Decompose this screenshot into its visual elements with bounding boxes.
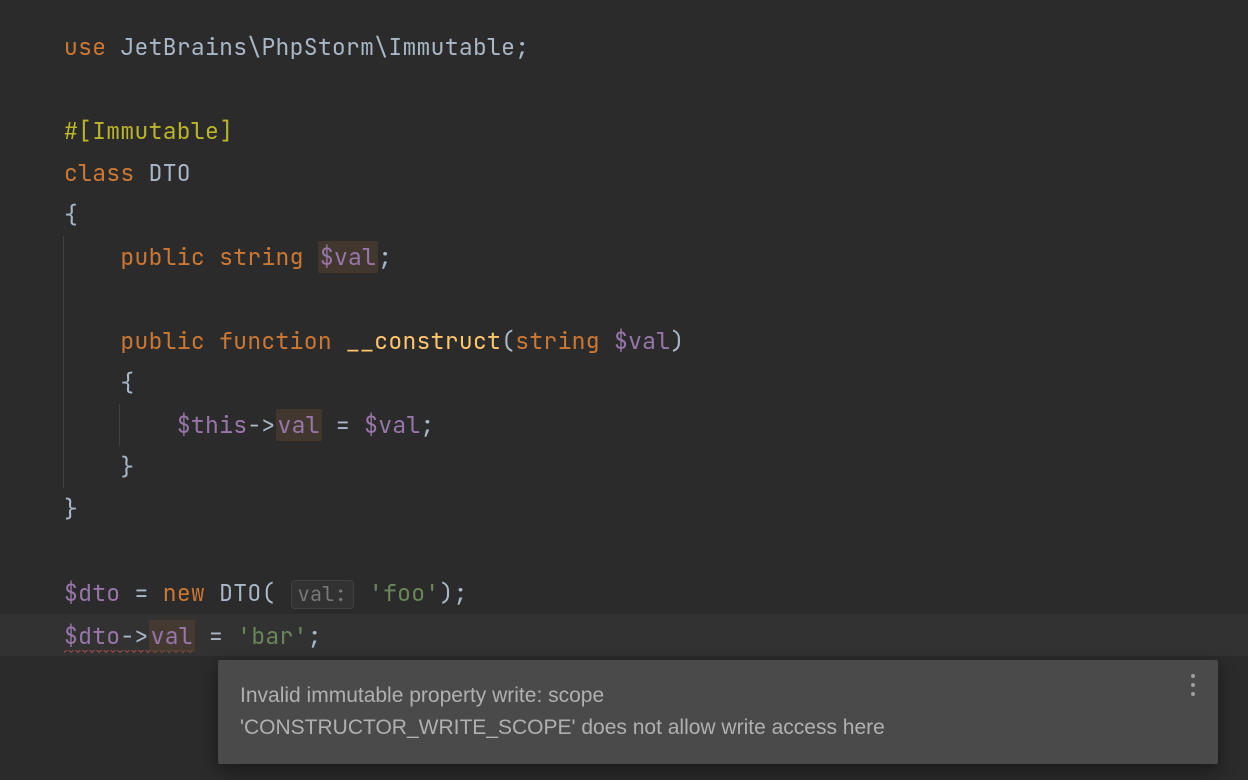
ns-sep: \ <box>247 32 261 62</box>
semicolon: ; <box>378 242 392 272</box>
keyword-use: use <box>64 32 106 62</box>
brace-open: { <box>64 200 78 230</box>
string-bar: 'bar' <box>237 621 308 651</box>
assign-op: = <box>120 578 162 608</box>
attribute-close: ] <box>219 116 233 146</box>
paren-close: ) <box>439 578 453 608</box>
tooltip-message-line1: Invalid immutable property write: scope <box>240 680 1168 712</box>
brace-close: } <box>120 452 134 482</box>
string-foo: 'foo' <box>369 578 440 608</box>
error-underline[interactable]: $dto->val <box>64 621 195 654</box>
variable-dto: $dto <box>64 621 120 651</box>
arrow-op: -> <box>120 621 148 651</box>
class-name: DTO <box>149 158 191 188</box>
brace-close: } <box>64 494 78 524</box>
paren-open: ( <box>501 326 515 356</box>
variable-dto: $dto <box>64 578 120 608</box>
class-name: DTO <box>219 578 261 608</box>
tooltip-message-line2: 'CONSTRUCTOR_WRITE_SCOPE' does not allow… <box>240 712 1168 744</box>
variable-val: $val <box>364 410 420 440</box>
attribute-name: Immutable <box>92 116 219 146</box>
semicolon: ; <box>308 621 322 651</box>
brace-open: { <box>120 368 134 398</box>
keyword-function: function <box>219 326 332 356</box>
param-val: $val <box>614 326 670 356</box>
keyword-class: class <box>64 158 135 188</box>
paren-close: ) <box>670 326 684 356</box>
ns-segment: PhpStorm <box>261 32 374 62</box>
keyword-string: string <box>219 242 304 272</box>
function-construct: __construct <box>346 326 501 356</box>
code-editor[interactable]: use JetBrains\PhpStorm\Immutable; #[Immu… <box>0 0 1248 657</box>
keyword-public: public <box>120 326 205 356</box>
inspection-tooltip[interactable]: Invalid immutable property write: scope … <box>218 660 1218 764</box>
assign-op: = <box>195 621 237 651</box>
param-name-hint: val: <box>291 580 354 609</box>
more-actions-icon[interactable] <box>1184 674 1202 696</box>
semicolon: ; <box>421 410 435 440</box>
keyword-public: public <box>120 242 205 272</box>
ns-segment: Immutable <box>388 32 515 62</box>
attribute-open: #[ <box>64 116 92 146</box>
paren-open: ( <box>261 578 275 608</box>
semicolon: ; <box>454 578 468 608</box>
semicolon: ; <box>515 32 529 62</box>
arrow-op: -> <box>247 410 275 440</box>
property-val: val <box>149 620 195 652</box>
assign-op: = <box>322 410 364 440</box>
variable-this: $this <box>177 410 248 440</box>
property-val: val <box>276 409 322 441</box>
code-block[interactable]: use JetBrains\PhpStorm\Immutable; #[Immu… <box>64 26 1248 657</box>
param-type-string: string <box>515 326 600 356</box>
ns-segment: JetBrains <box>120 32 247 62</box>
ns-sep: \ <box>374 32 388 62</box>
variable-val: $val <box>318 241 378 273</box>
keyword-new: new <box>163 578 205 608</box>
